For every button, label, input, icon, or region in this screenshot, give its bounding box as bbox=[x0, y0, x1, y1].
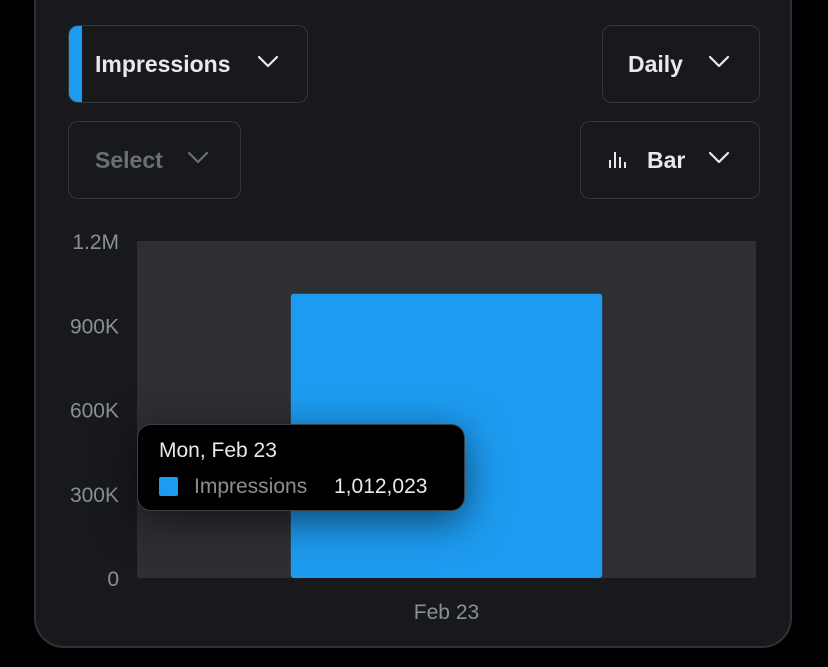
tooltip-series-name: Impressions bbox=[194, 475, 308, 498]
y-tick-label: 0 bbox=[107, 568, 119, 591]
chart-tooltip: Mon, Feb 23 Impressions 1,012,023 bbox=[137, 424, 465, 511]
tooltip-value: 1,012,023 bbox=[334, 475, 428, 498]
tooltip-series-swatch bbox=[159, 477, 178, 496]
x-tick-label: Feb 23 bbox=[414, 601, 479, 624]
tooltip-date: Mon, Feb 23 bbox=[159, 439, 277, 462]
impressions-bar-chart: 0 300K 600K 900K 1.2M Feb 23 bbox=[70, 231, 756, 624]
y-tick-label: 300K bbox=[70, 484, 119, 507]
y-tick-label: 1.2M bbox=[72, 231, 119, 254]
y-tick-label: 900K bbox=[70, 315, 119, 338]
y-tick-label: 600K bbox=[70, 400, 119, 423]
